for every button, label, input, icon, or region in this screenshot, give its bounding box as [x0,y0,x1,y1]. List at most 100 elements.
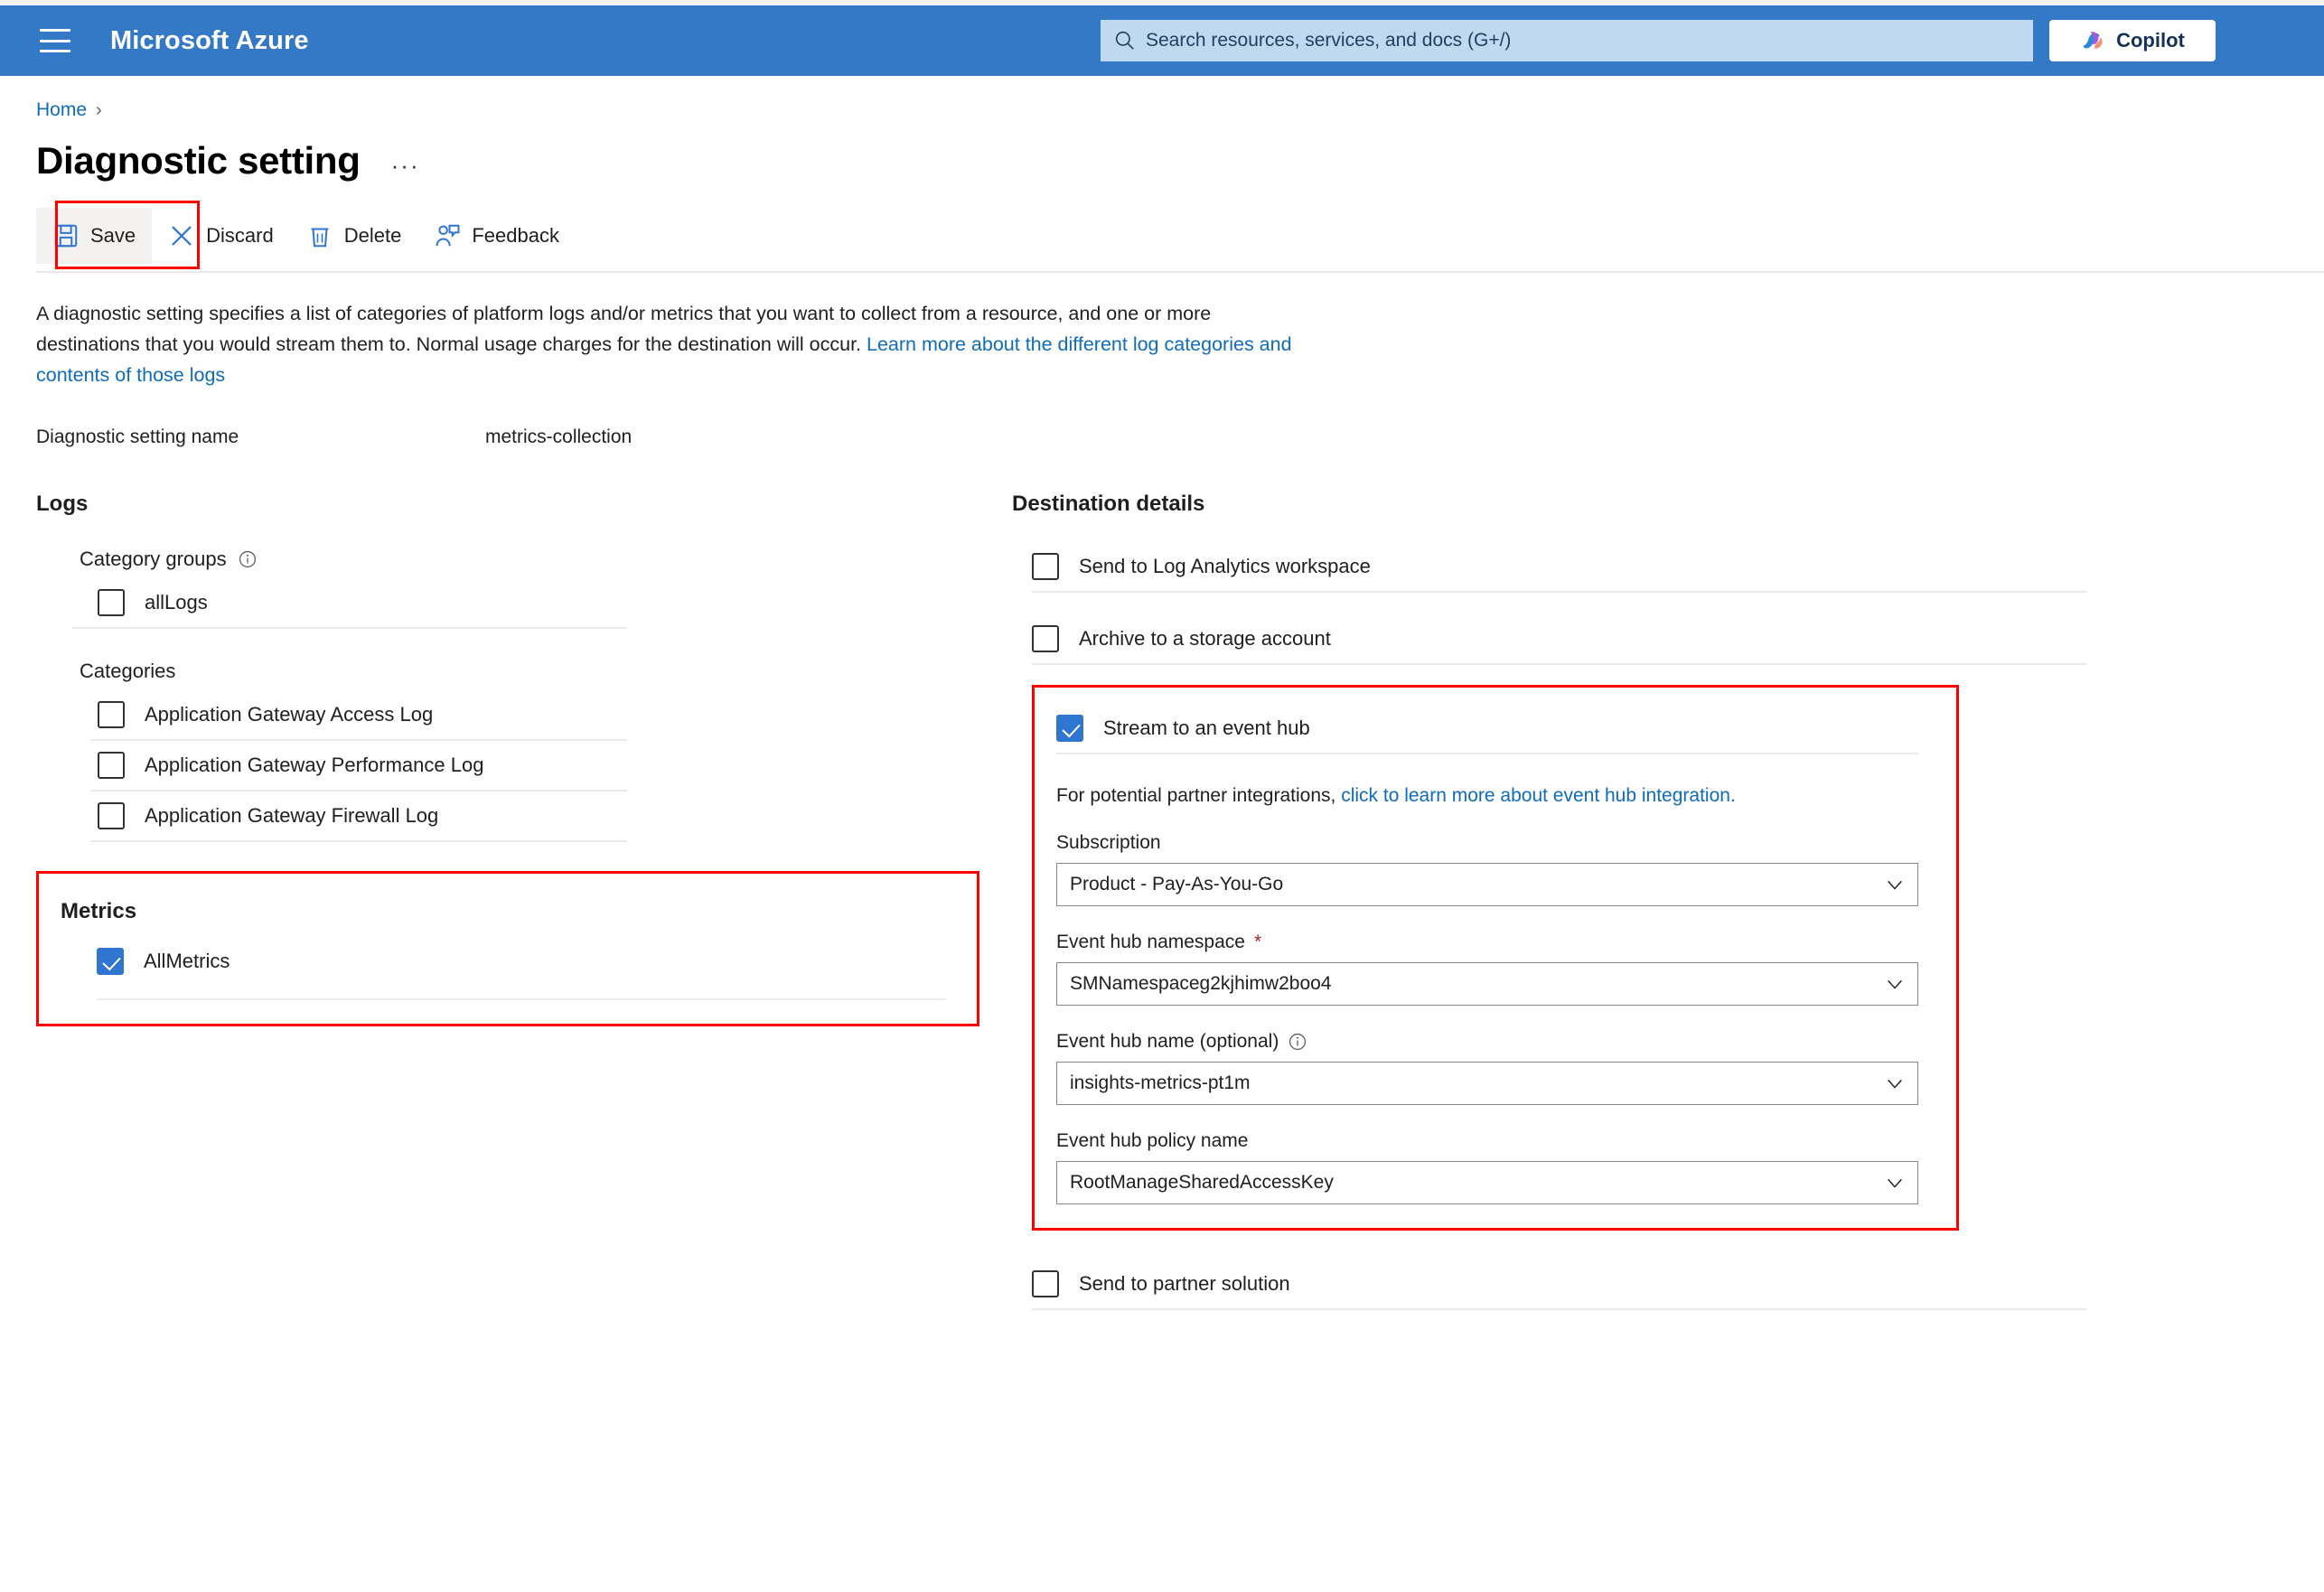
info-icon[interactable] [1288,1032,1307,1052]
copilot-icon [2083,32,2103,49]
category-groups-label: Category groups [80,548,227,570]
subscription-dropdown[interactable]: Product - Pay-As-You-Go [1056,863,1918,906]
chevron-down-icon [1888,880,1902,890]
checkbox-row-alllogs[interactable]: allLogs [98,578,994,627]
toolbar-divider [36,271,2324,273]
destination-options: Send to Log Analytics workspace Archive … [1032,542,2087,665]
checkbox-label-partner-solution: Send to partner solution [1079,1272,1290,1295]
policy-value: RootManageSharedAccessKey [1070,1172,1334,1193]
event-hub-name-label: Event hub name (optional) [1056,1031,1279,1052]
page-content: Home › Diagnostic setting ··· Save Disca… [0,99,2324,1310]
list-divider [1056,753,1918,754]
discard-button-label: Discard [206,224,274,247]
metrics-section-highlight: Metrics AllMetrics [36,871,979,1026]
namespace-dropdown[interactable]: SMNamespaceg2kjhimw2boo4 [1056,962,1918,1006]
logs-column: Logs Category groups allLogs Categories [36,492,994,1310]
delete-button-label: Delete [343,224,402,247]
category-groups-label-row: Category groups [80,548,994,571]
subscription-value: Product - Pay-As-You-Go [1070,874,1284,894]
list-divider [72,627,627,629]
metrics-section-title: Metrics [61,899,137,923]
checkbox-label-performance-log: Application Gateway Performance Log [145,754,484,776]
checkbox-row-allmetrics[interactable]: AllMetrics [97,937,977,986]
checkbox-storage-account[interactable] [1032,625,1059,652]
checkbox-alllogs[interactable] [98,589,125,616]
azure-brand-title[interactable]: Microsoft Azure [110,26,309,56]
description-text: A diagnostic setting specifies a list of… [36,298,1292,390]
hamburger-menu-icon[interactable] [40,29,70,52]
checkbox-row-log-analytics[interactable]: Send to Log Analytics workspace [1032,542,1970,591]
checkbox-event-hub[interactable] [1056,715,1083,742]
event-hub-section-highlight: Stream to an event hub For potential par… [1032,685,1959,1231]
copilot-label: Copilot [2116,29,2185,52]
checkbox-partner-solution[interactable] [1032,1270,1059,1297]
checkbox-row-access-log[interactable]: Application Gateway Access Log [98,690,994,739]
categories-list: Application Gateway Access Log Applicati… [36,690,994,842]
checkbox-label-event-hub: Stream to an event hub [1103,716,1310,739]
event-hub-note-prefix: For potential partner integrations, [1056,785,1342,806]
list-divider [97,998,946,1000]
checkbox-row-storage-account[interactable]: Archive to a storage account [1032,614,1970,663]
event-hub-note: For potential partner integrations, clic… [1056,785,1935,807]
breadcrumb-home-link[interactable]: Home [36,99,87,121]
info-icon[interactable] [238,549,258,569]
policy-label: Event hub policy name [1056,1130,1249,1151]
list-divider [1032,1308,2087,1310]
destination-section-title: Destination details [1012,492,1205,516]
list-divider [1032,663,2087,665]
feedback-button[interactable]: Feedback [417,208,576,264]
checkbox-row-performance-log[interactable]: Application Gateway Performance Log [98,741,994,790]
checkbox-row-event-hub[interactable]: Stream to an event hub [1056,704,1935,753]
checkbox-performance-log[interactable] [98,752,125,779]
field-label-subscription: Subscription [1056,832,1935,854]
diagnostic-setting-name-row: Diagnostic setting name metrics-collecti… [36,426,2324,448]
more-options-icon[interactable]: ··· [386,148,426,183]
field-label-event-hub-name: Event hub name (optional) [1056,1031,1935,1053]
list-divider [1032,591,2087,593]
event-hub-integration-link[interactable]: click to learn more about event hub inte… [1341,785,1736,806]
field-event-hub-namespace: Event hub namespace * SMNamespaceg2kjhim… [1056,932,1935,1006]
close-x-icon [172,226,192,246]
partner-solution-block: Send to partner solution [1032,1260,2087,1310]
azure-top-navigation: Microsoft Azure Copilot [0,5,2324,76]
feedback-button-label: Feedback [472,224,559,247]
field-label-namespace: Event hub namespace * [1056,932,1935,953]
field-label-policy: Event hub policy name [1056,1130,1935,1152]
save-button[interactable]: Save [36,208,153,264]
search-input[interactable] [1144,29,2020,52]
category-groups-list: allLogs [36,578,994,629]
feedback-person-icon [436,224,460,247]
field-event-hub-name: Event hub name (optional) insights-metri… [1056,1031,1935,1105]
breadcrumb-separator-icon: › [96,99,102,120]
checkbox-row-firewall-log[interactable]: Application Gateway Firewall Log [98,791,994,840]
categories-label-row: Categories [80,660,994,683]
delete-button[interactable]: Delete [290,208,418,264]
event-hub-name-dropdown[interactable]: insights-metrics-pt1m [1056,1062,1918,1105]
page-title-row: Diagnostic setting ··· [36,139,2324,183]
field-event-hub-policy: Event hub policy name RootManageSharedAc… [1056,1130,1935,1204]
command-toolbar: Save Discard Delete Feedback [36,201,2324,273]
save-button-label: Save [90,224,136,247]
categories-label: Categories [80,660,176,682]
checkbox-label-alllogs: allLogs [145,591,208,613]
checkbox-label-firewall-log: Application Gateway Firewall Log [145,804,439,827]
checkbox-log-analytics[interactable] [1032,553,1059,580]
global-search-box[interactable] [1101,20,2033,61]
discard-button[interactable]: Discard [152,208,290,264]
checkbox-allmetrics[interactable] [97,948,124,975]
namespace-value: SMNamespaceg2kjhimw2boo4 [1070,973,1332,994]
checkbox-row-partner-solution[interactable]: Send to partner solution [1032,1260,1970,1308]
subscription-label: Subscription [1056,832,1161,853]
checkbox-firewall-log[interactable] [98,802,125,829]
policy-dropdown[interactable]: RootManageSharedAccessKey [1056,1161,1918,1204]
chevron-down-icon [1888,979,1902,989]
chevron-down-icon [1888,1178,1902,1188]
search-icon [1115,31,1134,50]
chevron-down-icon [1888,1079,1902,1089]
namespace-label: Event hub namespace [1056,932,1245,952]
checkbox-access-log[interactable] [98,701,125,728]
copilot-button[interactable]: Copilot [2049,20,2216,61]
list-divider [90,840,627,842]
checkbox-label-allmetrics: AllMetrics [144,950,230,972]
breadcrumb: Home › [36,99,2324,121]
